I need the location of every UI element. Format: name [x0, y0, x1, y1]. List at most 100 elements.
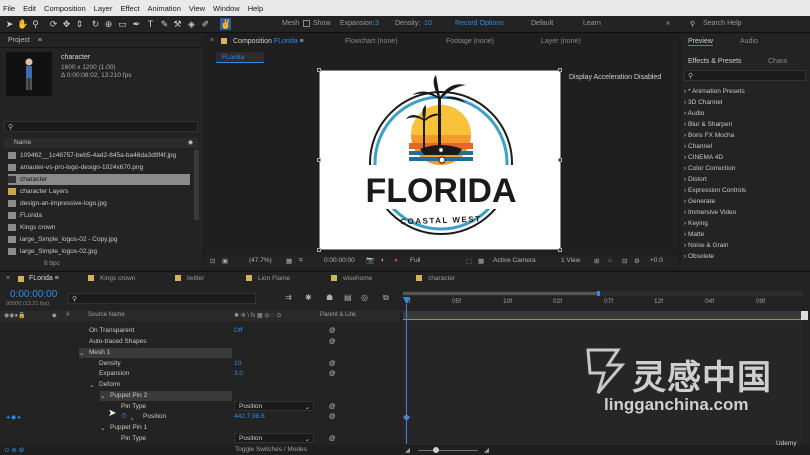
bpc-label[interactable]: 8 bpc: [44, 260, 60, 267]
parent-link-header[interactable]: Parent & Link: [320, 312, 356, 318]
search-help-input[interactable]: Search Help: [703, 20, 742, 27]
pickwhip-icon[interactable]: @: [329, 360, 336, 367]
effects-category[interactable]: › Obsolete: [684, 253, 714, 260]
workspace-learn[interactable]: Learn: [583, 20, 601, 27]
magnification-dropdown[interactable]: (47.7%): [249, 257, 272, 264]
menu-effect[interactable]: Effect: [120, 4, 139, 13]
project-item-selected[interactable]: character: [8, 174, 190, 185]
transparency-grid-icon[interactable]: ▩: [478, 257, 484, 265]
density-value[interactable]: 10: [234, 360, 241, 367]
grid-icon[interactable]: ▦: [286, 257, 292, 265]
effects-category[interactable]: › Noise & Grain: [684, 242, 728, 249]
reset-exposure-icon[interactable]: ⚙: [634, 257, 640, 265]
canvas-handle[interactable]: [317, 248, 321, 252]
camera-dropdown[interactable]: Active Camera: [493, 257, 536, 264]
effects-category[interactable]: › Channel: [684, 143, 712, 150]
menu-edit[interactable]: Edit: [23, 4, 36, 13]
source-name-header[interactable]: Source Name: [88, 312, 125, 318]
playhead-line[interactable]: [406, 304, 407, 444]
pen-tool-icon[interactable]: ✒: [131, 18, 142, 30]
effects-category[interactable]: › 3D Channel: [684, 99, 722, 106]
roto-brush-icon[interactable]: ✐: [200, 18, 211, 30]
project-tab[interactable]: Project: [8, 37, 30, 44]
effects-category[interactable]: › Distort: [684, 176, 707, 183]
project-item[interactable]: large_Simple_logos-02.jpg: [8, 246, 190, 257]
prop-puppet-pin-2[interactable]: Puppet Pin 2: [110, 392, 147, 399]
resolution-dropdown[interactable]: Full: [410, 257, 420, 264]
shy-layers-icon[interactable]: ☗: [326, 293, 333, 302]
timeline-tab[interactable]: Kings crown: [88, 275, 135, 282]
pin2-expand-chevron-icon[interactable]: ⌄: [100, 392, 105, 400]
canvas-handle[interactable]: [317, 68, 321, 72]
motion-blur-icon[interactable]: ◎: [361, 293, 368, 302]
draft-3d-icon[interactable]: ✱: [305, 293, 312, 302]
color-channel-icon[interactable]: ●: [394, 257, 398, 264]
timeline-zoom-handle[interactable]: [801, 311, 808, 320]
workspace-menu-icon[interactable]: »: [666, 20, 670, 27]
flowchart-icon[interactable]: ⊟: [622, 257, 627, 265]
menu-layer[interactable]: Layer: [94, 4, 113, 13]
density-value[interactable]: 10: [424, 20, 432, 27]
timeline-tab-florida[interactable]: FLorida ≡: [29, 275, 59, 282]
exposure-value[interactable]: +0.0: [650, 257, 663, 264]
project-item[interactable]: FLorida: [8, 210, 190, 221]
record-options-button[interactable]: Record Options: [455, 20, 504, 27]
effects-category[interactable]: › Color Correction: [684, 165, 735, 172]
region-of-interest-icon[interactable]: ⬚: [466, 257, 472, 265]
menu-view[interactable]: View: [189, 4, 205, 13]
expansion-value[interactable]: 3.0: [234, 370, 243, 377]
timeline-timecode[interactable]: 0:00:00:00: [10, 289, 57, 300]
always-preview-icon[interactable]: ⊡: [210, 257, 215, 265]
menu-animation[interactable]: Animation: [148, 4, 181, 13]
deform-expand-chevron-icon[interactable]: ⌄: [89, 381, 94, 389]
effects-category[interactable]: › Keying: [684, 220, 708, 227]
canvas-handle[interactable]: [558, 68, 562, 72]
footer-icons[interactable]: ⊙ ⊕ ⚙: [4, 446, 24, 454]
rectangle-tool-icon[interactable]: ▭: [117, 18, 128, 30]
timeline-search-input[interactable]: ⚲: [68, 293, 256, 304]
position-value[interactable]: 442.7,98.6: [234, 413, 265, 420]
flowchart-tab[interactable]: Flowchart (none): [345, 38, 398, 45]
prop-deform[interactable]: Deform: [99, 381, 120, 388]
selection-tool-icon[interactable]: ➤: [4, 18, 15, 30]
effects-presets-tab[interactable]: Effects & Presets: [688, 58, 742, 65]
zoom-slider[interactable]: [418, 450, 478, 451]
show-snapshot-icon[interactable]: ◐: [381, 257, 385, 264]
pin-type-dropdown[interactable]: Position ⌄: [234, 401, 314, 411]
comp-timecode[interactable]: 0:00:00:00: [324, 257, 355, 264]
timeline-tab[interactable]: twitter: [175, 275, 204, 282]
pin-type-dropdown[interactable]: Position ⌄: [234, 433, 314, 443]
frame-blending-icon[interactable]: ▤: [344, 293, 352, 302]
search-icon[interactable]: ⚲: [690, 20, 695, 28]
comp-subtab[interactable]: FLorida: [216, 52, 264, 63]
snapshot-icon[interactable]: 📷: [366, 256, 374, 264]
layer-tab[interactable]: Layer (none): [541, 38, 581, 45]
effects-category[interactable]: › Matte: [684, 231, 704, 238]
project-search-input[interactable]: ⚲: [4, 121, 198, 132]
menu-composition[interactable]: Composition: [44, 4, 86, 13]
project-item[interactable]: design-an-impressive-logo.jpg: [8, 198, 190, 209]
timeline-tab[interactable]: Lion Flame: [246, 275, 290, 282]
project-scrollbar[interactable]: [194, 150, 199, 220]
graph-icon[interactable]: ⌞: [131, 413, 134, 421]
menu-file[interactable]: File: [3, 4, 15, 13]
canvas-handle[interactable]: [317, 158, 321, 162]
character-tab[interactable]: Chara: [768, 58, 787, 65]
effects-category[interactable]: › Generate: [684, 198, 715, 205]
project-item[interactable]: 109462__1c46757-beb5-4ad2-845a-ba46da3d9…: [8, 150, 190, 161]
mask-visibility-icon[interactable]: ▣: [222, 257, 228, 265]
prop-mesh-1[interactable]: Mesh 1: [89, 349, 110, 356]
mesh-expand-chevron-icon[interactable]: ⌄: [79, 349, 84, 357]
effects-search-input[interactable]: ⚲: [684, 70, 806, 81]
project-item[interactable]: Kings crown: [8, 222, 190, 233]
effects-category[interactable]: › Boris FX Mocha: [684, 132, 734, 139]
keyframe-navigator-icon[interactable]: ◂ ◆ ▸: [6, 413, 21, 421]
column-name-header[interactable]: Name: [14, 139, 31, 146]
project-item[interactable]: character Layers: [8, 186, 190, 197]
guides-icon[interactable]: ⌗: [299, 257, 303, 265]
zoom-out-icon[interactable]: ◢: [405, 446, 410, 454]
preview-tab[interactable]: Preview: [688, 38, 713, 46]
effects-category[interactable]: › * Animation Presets: [684, 88, 745, 95]
type-tool-icon[interactable]: T: [145, 18, 156, 30]
effects-category[interactable]: › Expression Controls: [684, 187, 746, 194]
